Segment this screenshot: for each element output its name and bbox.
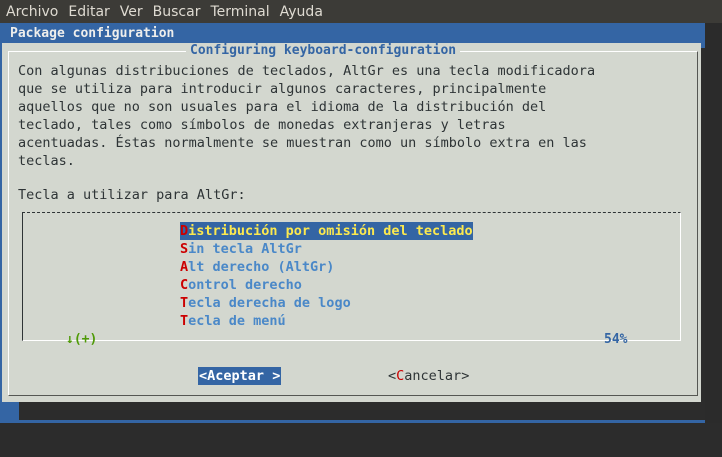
dialog-description: Con algunas distribuciones de teclados, … [18,62,688,170]
accept-close-bracket: > [272,368,281,384]
option-hotkey: D [180,223,189,239]
cancel-open-bracket: < [388,368,397,384]
description-line: teclado, tales como símbolos de monedas … [18,117,506,133]
option-no-altgr[interactable]: Sin tecla AltGr [180,240,302,258]
menu-archivo[interactable]: Archivo [0,4,63,20]
accept-button[interactable]: <Aceptar > [198,367,282,385]
description-line: Con algunas distribuciones de teclados, … [18,63,596,79]
accept-open-bracket: < [199,368,208,384]
menu-terminal[interactable]: Terminal [205,4,274,20]
menu-ver[interactable]: Ver [115,4,148,20]
altgr-prompt: Tecla a utilizar para AltGr: [18,187,246,203]
option-menu-key[interactable]: Tecla de menú [180,312,286,330]
menu-bar: Archivo Editar Ver Buscar Terminal Ayuda [0,0,722,23]
option-label: ecla de menú [188,313,286,329]
cancel-button[interactable]: <Cancelar> [388,367,469,385]
option-label: ontrol derecho [188,277,302,293]
package-configuration-title: Package configuration [10,26,175,41]
menu-editar[interactable]: Editar [63,4,114,20]
option-default-layout[interactable]: Distribución por omisión del teclado [180,222,473,240]
option-right-control[interactable]: Control derecho [180,276,302,294]
option-label: ecla derecha de logo [188,295,351,311]
scroll-down-indicator: ↓(+) [66,332,98,347]
description-line: que se utiliza para introducir algunos c… [18,81,547,97]
option-label: istribución por omisión del teclado [188,223,473,239]
description-line: teclas. [18,153,75,169]
description-line: acentuadas. Éstas normalmente se muestra… [18,135,587,151]
option-label: lt derecho (AltGr) [188,259,335,275]
accept-label: ceptar [215,368,265,384]
option-hotkey: A [180,259,189,275]
description-line: aquellos que no son usuales para el idio… [18,99,547,115]
option-hotkey: S [180,241,189,257]
option-hotkey: T [180,295,189,311]
option-right-alt[interactable]: Alt derecho (AltGr) [180,258,334,276]
menu-buscar[interactable]: Buscar [148,4,206,20]
cancel-close-bracket: > [461,368,470,384]
menu-ayuda[interactable]: Ayuda [275,4,328,20]
dialog-title: Configuring keyboard-configuration [186,43,461,58]
option-right-logo[interactable]: Tecla derecha de logo [180,294,351,312]
terminal-right-edge [705,23,722,423]
option-hotkey: T [180,313,189,329]
scroll-percent: 54% [604,332,628,347]
option-label: in tecla AltGr [188,241,302,257]
cancel-label: ancelar [404,368,462,384]
option-hotkey: C [180,277,189,293]
